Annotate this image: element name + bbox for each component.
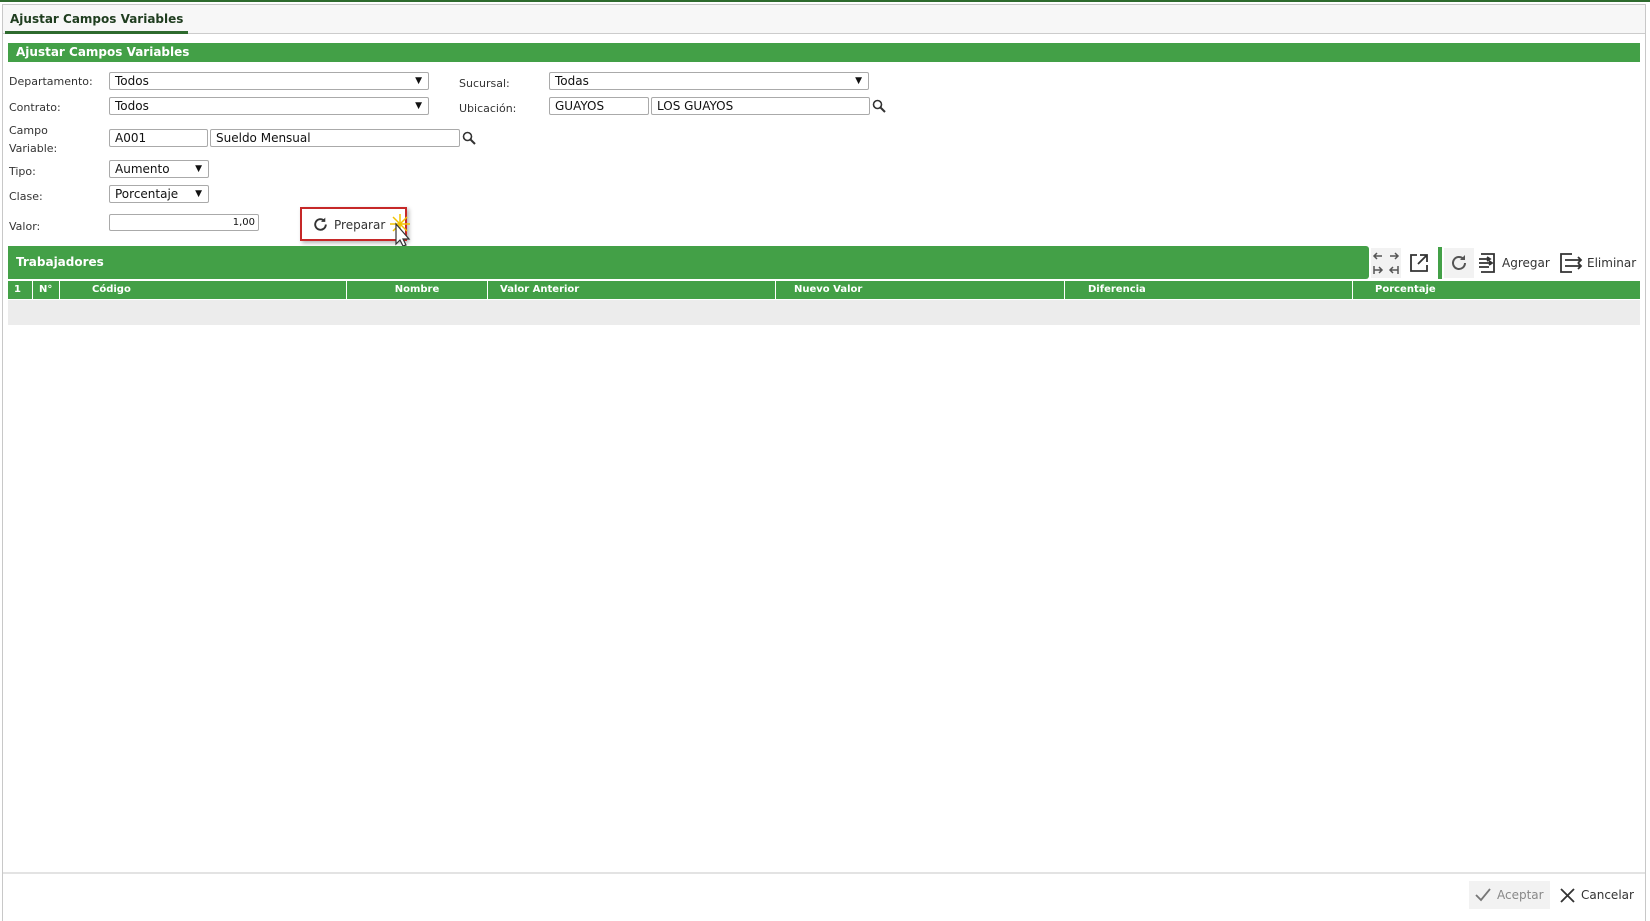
expand-columns-icon[interactable] bbox=[1371, 248, 1401, 278]
cancelar-button[interactable]: Cancelar bbox=[1554, 881, 1640, 909]
departamento-label: Departamento: bbox=[9, 75, 93, 88]
search-icon[interactable] bbox=[462, 131, 476, 145]
agregar-label: Agregar bbox=[1502, 256, 1550, 270]
close-icon bbox=[1560, 887, 1575, 903]
aceptar-button[interactable]: Aceptar bbox=[1469, 881, 1550, 909]
contrato-value: Todos bbox=[115, 99, 149, 113]
column-header-numero[interactable]: N° bbox=[33, 281, 60, 299]
eliminar-button[interactable]: Eliminar bbox=[1559, 252, 1636, 274]
search-icon[interactable] bbox=[872, 99, 886, 113]
tab-bar bbox=[3, 5, 1645, 34]
valor-label: Valor: bbox=[9, 220, 41, 233]
agregar-button[interactable]: Agregar bbox=[1478, 252, 1550, 274]
dropdown-arrow-icon: ▼ bbox=[415, 76, 422, 86]
dropdown-arrow-icon: ▼ bbox=[415, 101, 422, 111]
external-link-icon[interactable] bbox=[1408, 252, 1430, 274]
contrato-label: Contrato: bbox=[9, 101, 61, 114]
toolbar-separator bbox=[1438, 247, 1442, 279]
contrato-select[interactable]: Todos ▼ bbox=[109, 97, 429, 115]
cancelar-label: Cancelar bbox=[1581, 888, 1634, 902]
top-border bbox=[0, 0, 1650, 2]
column-header-valor-anterior[interactable]: Valor Anterior bbox=[488, 281, 776, 299]
campo-variable-name-input[interactable]: Sueldo Mensual bbox=[210, 129, 460, 147]
tipo-value: Aumento bbox=[115, 162, 170, 176]
add-row-icon bbox=[1479, 253, 1495, 273]
eliminar-label: Eliminar bbox=[1587, 256, 1637, 270]
column-header-index[interactable]: 1 bbox=[8, 281, 33, 299]
remove-row-icon bbox=[1560, 253, 1583, 273]
clase-value: Porcentaje bbox=[115, 187, 179, 201]
panel-title: Ajustar Campos Variables bbox=[8, 43, 1640, 62]
label-line: Variable: bbox=[9, 142, 58, 155]
check-icon bbox=[1475, 888, 1491, 902]
sucursal-value: Todas bbox=[555, 74, 589, 88]
empty-grid-row bbox=[8, 300, 1640, 325]
preparar-button[interactable]: Preparar bbox=[300, 207, 411, 247]
tab-ajustar-campos[interactable]: Ajustar Campos Variables bbox=[5, 10, 189, 34]
column-header-codigo[interactable]: Código bbox=[60, 281, 347, 299]
valor-input[interactable]: 1,00 bbox=[109, 214, 259, 231]
campo-variable-label: Campo Variable: bbox=[9, 122, 57, 158]
aceptar-label: Aceptar bbox=[1497, 888, 1544, 902]
label-line: Campo bbox=[9, 124, 48, 137]
departamento-select[interactable]: Todos ▼ bbox=[109, 72, 429, 90]
departamento-value: Todos bbox=[115, 74, 149, 88]
tipo-select[interactable]: Aumento ▼ bbox=[109, 160, 209, 178]
refresh-icon bbox=[314, 217, 327, 231]
sucursal-label: Sucursal: bbox=[459, 77, 510, 90]
refresh-icon[interactable] bbox=[1444, 248, 1474, 278]
dropdown-arrow-icon: ▼ bbox=[195, 164, 202, 174]
grid-header: 1 N° Código Nombre Valor Anterior Nuevo … bbox=[8, 281, 1640, 299]
clase-label: Clase: bbox=[9, 190, 43, 203]
sucursal-select[interactable]: Todas ▼ bbox=[549, 72, 869, 90]
column-header-diferencia[interactable]: Diferencia bbox=[1065, 281, 1353, 299]
mouse-cursor-icon bbox=[390, 214, 411, 247]
clase-select[interactable]: Porcentaje ▼ bbox=[109, 185, 209, 203]
grid-title: Trabajadores bbox=[8, 246, 1369, 279]
column-header-nombre[interactable]: Nombre bbox=[347, 281, 488, 299]
dropdown-arrow-icon: ▼ bbox=[195, 189, 202, 199]
preparar-label: Preparar bbox=[334, 217, 386, 232]
dropdown-arrow-icon: ▼ bbox=[855, 76, 862, 86]
column-header-nuevo-valor[interactable]: Nuevo Valor bbox=[776, 281, 1065, 299]
tipo-label: Tipo: bbox=[9, 165, 36, 178]
campo-variable-code-input[interactable]: A001 bbox=[109, 129, 208, 147]
ubicacion-name-input[interactable]: LOS GUAYOS bbox=[651, 97, 870, 115]
ubicacion-code-input[interactable]: GUAYOS bbox=[549, 97, 649, 115]
ubicacion-label: Ubicación: bbox=[459, 102, 517, 115]
column-header-porcentaje[interactable]: Porcentaje bbox=[1353, 281, 1640, 299]
footer-divider bbox=[3, 872, 1645, 874]
